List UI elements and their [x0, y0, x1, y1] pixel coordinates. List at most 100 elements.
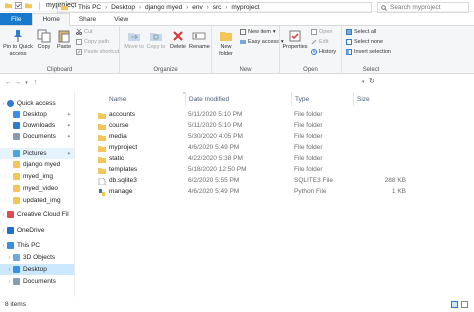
move-to-button[interactable]: Move to [124, 29, 144, 51]
chevron-right-icon[interactable]: › [0, 101, 7, 107]
new-item-button[interactable]: New item ▾ [240, 29, 276, 35]
file-name: templates [109, 166, 138, 173]
open-button[interactable]: Open [311, 29, 332, 35]
easy-access-button[interactable]: Easy access ▾ [240, 39, 284, 45]
chevron-right-icon[interactable]: › [0, 212, 7, 218]
breadcrumb-src[interactable]: src [213, 4, 222, 11]
copy-label: Copy [37, 44, 51, 50]
refresh-icon[interactable]: ↻ [369, 77, 375, 85]
forward-arrow-icon[interactable]: → [13, 79, 22, 86]
chevron-right-icon[interactable]: › [6, 255, 13, 261]
tab-home[interactable]: Home [32, 13, 70, 26]
back-arrow-icon[interactable]: ← [4, 79, 13, 86]
download-icon [13, 122, 20, 129]
chevron-down-icon[interactable]: ▾ [22, 80, 31, 86]
file-row[interactable]: accounts 5/11/2020 5:10 PM File folder [94, 110, 454, 121]
file-row[interactable]: db.sqlite3 6/2/2020 5:55 PM SQLITE3 File 28… [94, 176, 454, 187]
new-folder-button[interactable]: New folder [215, 29, 237, 58]
folder-icon [5, 3, 12, 9]
chevron-right-icon[interactable]: › [0, 243, 7, 249]
tab-file[interactable]: File [0, 13, 33, 25]
tab-view[interactable]: View [105, 13, 137, 25]
checkmark-icon[interactable] [15, 2, 22, 9]
nav-item-desktop[interactable]: Desktop ✦ [0, 109, 74, 120]
file-row[interactable]: media 5/30/2020 4:05 PM File folder [94, 132, 454, 143]
nav-item-label: Documents [23, 278, 56, 285]
edit-button[interactable]: Edit [311, 39, 328, 45]
nav-item-label: 3D Objects [23, 254, 56, 261]
select-none-button[interactable]: Select none [346, 39, 383, 45]
file-row[interactable]: manage 4/6/2020 5:49 PM Python File 1 KB [94, 187, 454, 198]
pin-quick-access-button[interactable]: Pin to Quick access [3, 29, 33, 58]
navigation-pane: › Quick access Desktop ✦ Downloads ✦ Documents… [0, 92, 75, 297]
file-name: course [109, 122, 129, 129]
scissors-icon [76, 29, 82, 35]
copy-path-icon [76, 39, 82, 45]
delete-button[interactable]: Delete [168, 29, 188, 51]
file-row[interactable]: static 4/22/2020 5:38 PM File folder [94, 154, 454, 165]
rename-button[interactable]: Rename [189, 29, 210, 51]
nav-item-label: Pictures [23, 150, 47, 157]
chevron-right-icon[interactable]: › [0, 228, 7, 234]
chevron-right-icon[interactable]: › [6, 279, 13, 285]
select-all-label: Select all [354, 29, 377, 35]
move-to-label: Move to [124, 44, 144, 50]
paste-button[interactable]: Paste [55, 29, 73, 51]
nav-item-pictures[interactable]: Pictures ✦ [0, 148, 74, 159]
column-size[interactable]: Size [353, 92, 413, 106]
copy-button[interactable]: Copy [35, 29, 53, 51]
nav-item-django-myed[interactable]: django myed [0, 159, 74, 170]
new-folder-icon [220, 32, 232, 41]
tab-share[interactable]: Share [70, 13, 105, 25]
paste-shortcut-button[interactable]: Paste shortcut [76, 49, 119, 55]
edit-label: Edit [319, 39, 329, 45]
organize-label: Organize [153, 67, 178, 73]
large-icons-view-icon[interactable] [461, 301, 468, 308]
nav-item-downloads[interactable]: Downloads ✦ [0, 120, 74, 131]
chevron-down-icon[interactable]: ▾ [362, 79, 365, 85]
breadcrumb-desktop[interactable]: Desktop [111, 4, 135, 11]
nav-item-creative-cloud-fil[interactable]: › Creative Cloud Fil [0, 209, 74, 220]
address-bar[interactable]: › This PC › Desktop › django myed › env … [57, 2, 372, 13]
file-row[interactable]: myproject 4/6/2020 5:49 PM File folder [94, 143, 454, 154]
ribbon: Pin to Quick access Copy Paste Cut Copy … [0, 26, 474, 74]
title-separator [39, 1, 40, 10]
search-input[interactable]: Search myproject [377, 2, 469, 13]
invert-selection-button[interactable]: Invert selection [346, 49, 391, 55]
cut-button[interactable]: Cut [76, 29, 93, 35]
nav-item-myed-img[interactable]: myed_img [0, 171, 74, 182]
breadcrumb-env[interactable]: env [192, 4, 202, 11]
nav-item-myed-video[interactable]: myed_video [0, 183, 74, 194]
nav-item-3d-objects[interactable]: › 3D Objects [0, 252, 74, 263]
file-row[interactable]: templates 5/18/2020 12:50 PM File folder [94, 165, 454, 176]
file-date: 4/22/2020 5:38 PM [188, 155, 243, 162]
breadcrumb-django-myed[interactable]: django myed [145, 4, 182, 11]
file-name: myproject [109, 144, 138, 151]
nav-item-this-pc[interactable]: › This PC [0, 240, 74, 251]
easy-access-icon [240, 40, 246, 44]
new-folder-icon[interactable] [25, 2, 32, 9]
breadcrumb-myproject[interactable]: myproject [231, 4, 259, 11]
creative-cloud-icon [7, 211, 14, 218]
nav-item-documents[interactable]: › Documents [0, 276, 74, 287]
open-label-group: Open [303, 67, 318, 73]
file-row[interactable]: course 5/11/2020 5:10 PM File folder [94, 121, 454, 132]
nav-item-updated-img[interactable]: updated_img [0, 195, 74, 206]
properties-button[interactable]: Properties [282, 29, 308, 51]
history-button[interactable]: History [311, 49, 336, 55]
file-type: Python File [294, 188, 327, 195]
nav-item-documents[interactable]: Documents ✦ [0, 131, 74, 142]
up-arrow-icon[interactable]: ↑ [31, 79, 40, 86]
chevron-right-icon[interactable]: › [6, 267, 13, 273]
nav-item-desktop[interactable]: › Desktop [0, 264, 74, 275]
details-view-icon[interactable] [451, 301, 458, 308]
nav-item-onedrive[interactable]: › OneDrive [0, 225, 74, 236]
select-all-button[interactable]: Select all [346, 29, 376, 35]
breadcrumb-this-pc[interactable]: This PC [78, 4, 101, 11]
column-date-modified[interactable]: Date modified [185, 92, 289, 106]
copy-path-button[interactable]: Copy path [76, 39, 109, 45]
paste-shortcut-label: Paste shortcut [84, 49, 120, 55]
open-label: Open [319, 29, 333, 35]
nav-item-quick-access[interactable]: › Quick access [0, 98, 74, 109]
copy-to-button[interactable]: Copy to [146, 29, 166, 51]
